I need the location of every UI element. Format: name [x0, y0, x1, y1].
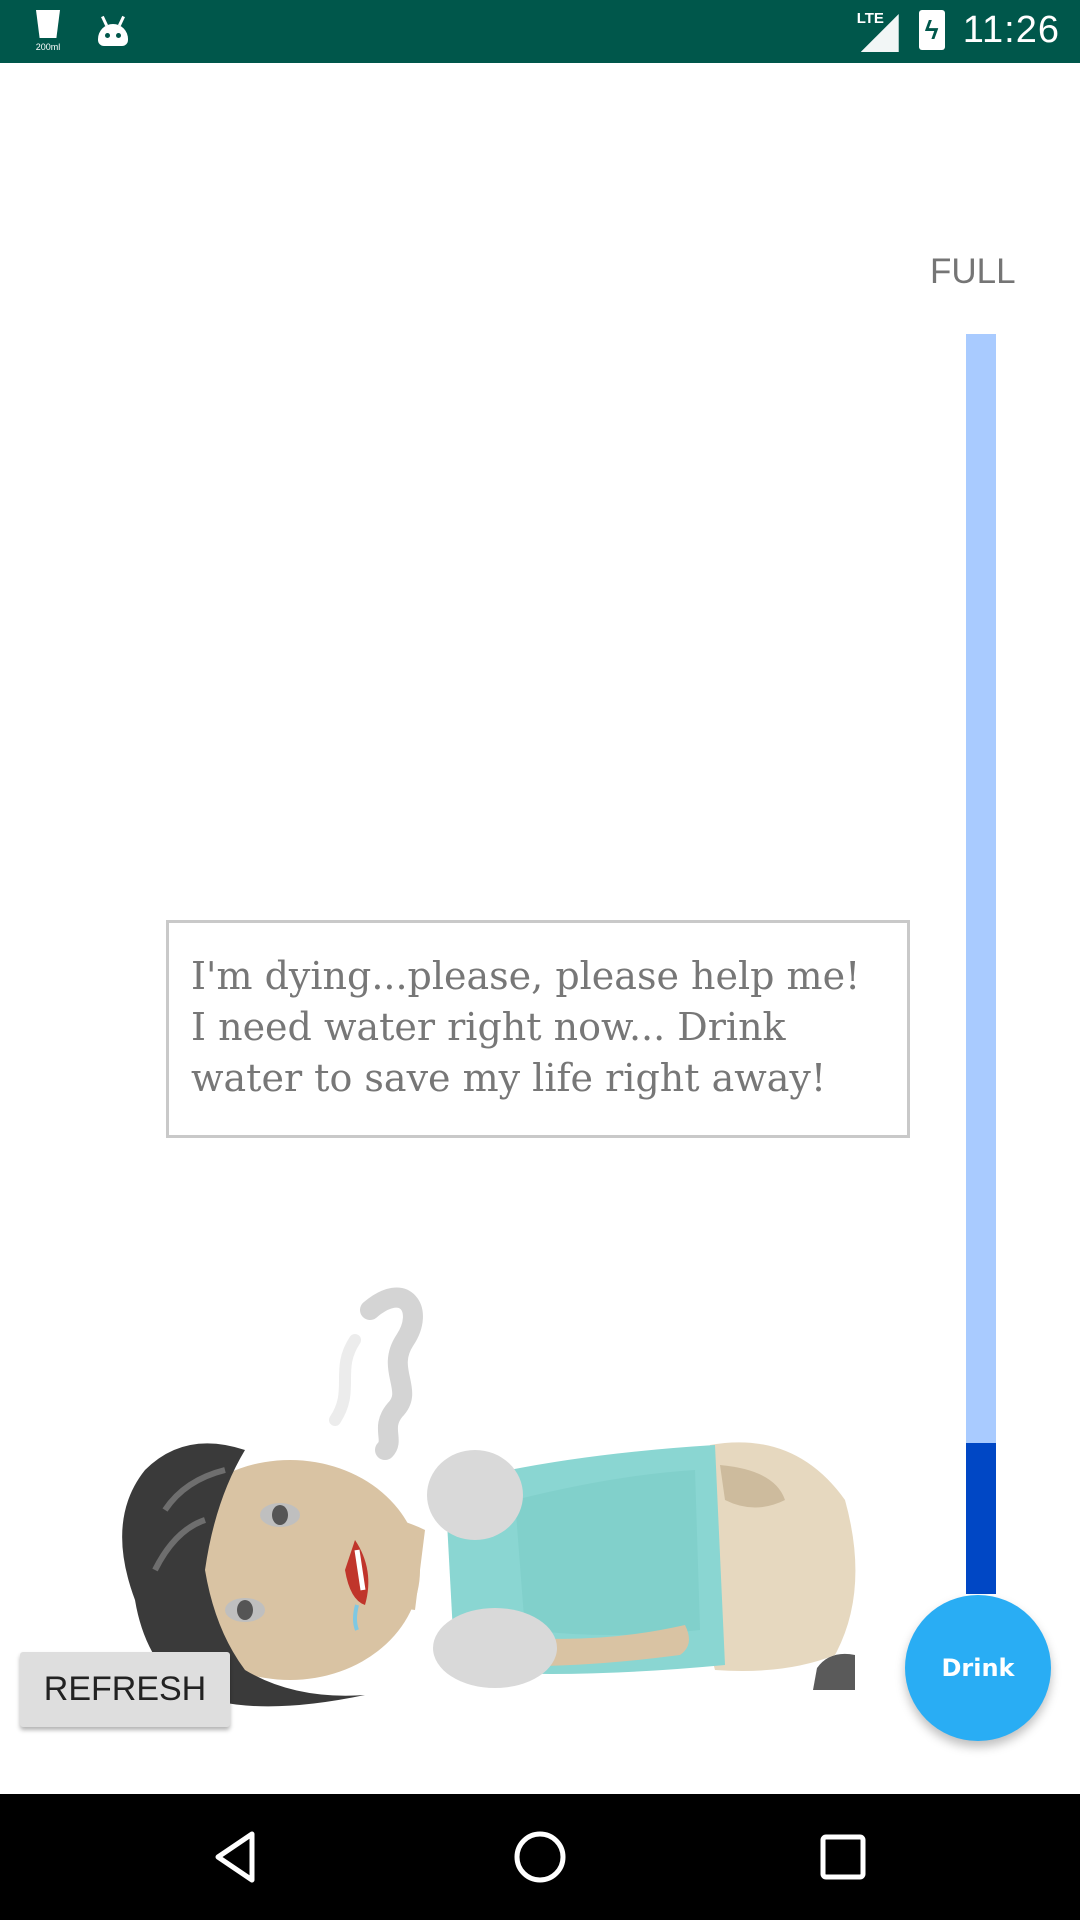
water-cup-icon: 200ml	[30, 8, 66, 54]
back-icon[interactable]	[200, 1822, 270, 1892]
refresh-button[interactable]: REFRESH	[20, 1652, 230, 1727]
water-level-fill	[966, 1442, 996, 1594]
clock: 11:26	[962, 8, 1060, 51]
cup-label: 200ml	[35, 42, 61, 52]
drink-button[interactable]: Drink	[905, 1595, 1051, 1741]
battery-charging-icon: ϟ	[918, 10, 945, 50]
meter-full-label: FULL	[930, 252, 1016, 291]
network-type: LTE	[856, 10, 884, 27]
speech-bubble: I'm dying...please, please help me! I ne…	[166, 920, 910, 1138]
signal-icon: LTE	[855, 8, 901, 52]
water-level-meter	[966, 334, 996, 1594]
navigation-bar	[0, 1794, 1080, 1920]
android-icon	[96, 14, 130, 50]
home-icon[interactable]	[505, 1822, 575, 1892]
recents-icon[interactable]	[808, 1822, 878, 1892]
status-bar: 200ml LTE ϟ 11:26	[0, 0, 1080, 63]
